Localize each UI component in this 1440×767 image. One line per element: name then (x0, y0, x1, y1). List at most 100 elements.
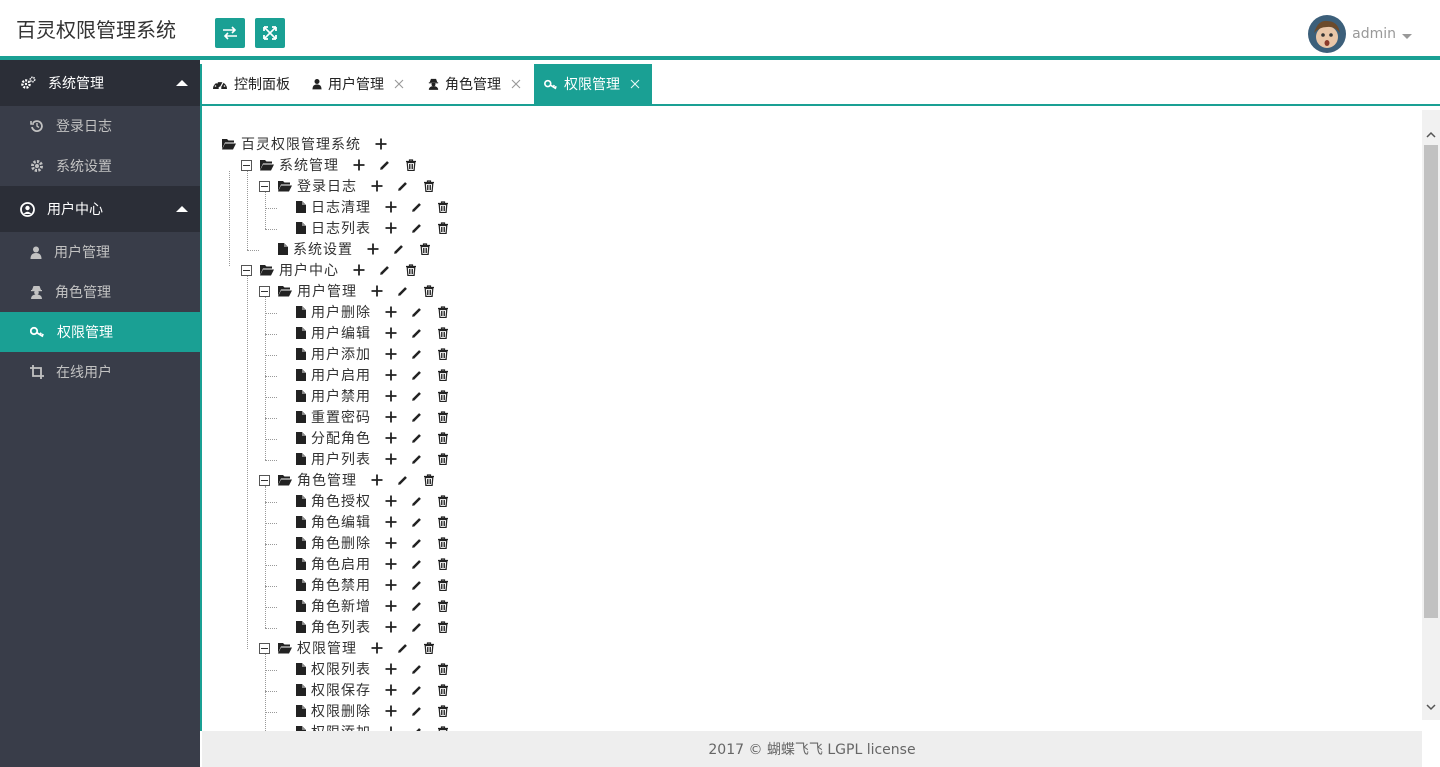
delete-icon[interactable] (437, 579, 449, 591)
collapse-toggle[interactable] (241, 160, 252, 171)
add-icon[interactable] (385, 327, 397, 339)
scroll-down-icon[interactable] (1426, 702, 1436, 712)
add-icon[interactable] (371, 474, 383, 486)
edit-icon[interactable] (393, 243, 405, 255)
edit-icon[interactable] (397, 474, 409, 486)
delete-icon[interactable] (405, 264, 417, 276)
tree-node-label[interactable]: 角色管理 (297, 470, 357, 490)
edit-icon[interactable] (411, 411, 423, 423)
tree-node-label[interactable]: 角色禁用 (311, 575, 371, 595)
add-icon[interactable] (353, 159, 365, 171)
sidebar-group-system[interactable]: 系统管理 (0, 60, 200, 106)
tree-node-leaf[interactable]: 日志列表 (296, 218, 463, 238)
tree-node-leaf[interactable]: 角色编辑 (296, 512, 463, 532)
edit-icon[interactable] (411, 348, 423, 360)
delete-icon[interactable] (423, 474, 435, 486)
sidebar-item-online-users[interactable]: 在线用户 (0, 352, 200, 392)
tree-node-leaf[interactable]: 用户列表 (296, 449, 463, 469)
edit-icon[interactable] (411, 579, 423, 591)
edit-icon[interactable] (411, 558, 423, 570)
delete-icon[interactable] (437, 621, 449, 633)
tree-node-label[interactable]: 角色新增 (311, 596, 371, 616)
collapse-toggle[interactable] (259, 643, 270, 654)
tree-node-label[interactable]: 角色列表 (311, 617, 371, 637)
tree-node-leaf[interactable]: 角色授权 (296, 491, 463, 511)
close-icon[interactable] (511, 79, 521, 89)
tree-node-label[interactable]: 权限添加 (311, 722, 371, 731)
tree-node-leaf[interactable]: 权限删除 (296, 701, 463, 721)
delete-icon[interactable] (423, 180, 435, 192)
tree-node-folder[interactable]: 登录日志 (278, 176, 449, 196)
add-icon[interactable] (385, 705, 397, 717)
add-icon[interactable] (371, 285, 383, 297)
add-icon[interactable] (367, 243, 379, 255)
tree-node-label[interactable]: 重置密码 (311, 407, 371, 427)
tree-node-label[interactable]: 用户管理 (297, 281, 357, 301)
tree-node-label[interactable]: 日志列表 (311, 218, 371, 238)
scroll-thumb[interactable] (1424, 145, 1438, 618)
tree-node-label[interactable]: 系统管理 (279, 155, 339, 175)
tree-node-folder[interactable]: 系统管理 (260, 155, 431, 175)
close-icon[interactable] (394, 79, 404, 89)
tree-node-label[interactable]: 用户中心 (279, 260, 339, 280)
add-icon[interactable] (375, 138, 387, 150)
delete-icon[interactable] (437, 222, 449, 234)
tree-node-folder[interactable]: 用户中心 (260, 260, 431, 280)
tree-node-leaf[interactable]: 角色删除 (296, 533, 463, 553)
edit-icon[interactable] (379, 159, 391, 171)
tree-node-leaf[interactable]: 角色禁用 (296, 575, 463, 595)
tree-node-label[interactable]: 角色删除 (311, 533, 371, 553)
delete-icon[interactable] (437, 390, 449, 402)
tree-node-leaf[interactable]: 权限添加 (296, 722, 463, 731)
add-icon[interactable] (385, 537, 397, 549)
delete-icon[interactable] (437, 348, 449, 360)
tree-node-folder[interactable]: 用户管理 (278, 281, 449, 301)
add-icon[interactable] (385, 306, 397, 318)
sidebar-item-user-management[interactable]: 用户管理 (0, 232, 200, 272)
edit-icon[interactable] (379, 264, 391, 276)
edit-icon[interactable] (411, 222, 423, 234)
add-icon[interactable] (385, 348, 397, 360)
edit-icon[interactable] (411, 306, 423, 318)
tree-node-leaf[interactable]: 用户删除 (296, 302, 463, 322)
close-icon[interactable] (630, 79, 640, 89)
add-icon[interactable] (371, 180, 383, 192)
delete-icon[interactable] (437, 432, 449, 444)
edit-icon[interactable] (411, 516, 423, 528)
tree-node-label[interactable]: 权限管理 (297, 638, 357, 658)
tree-node-label[interactable]: 用户列表 (311, 449, 371, 469)
tab-role-management[interactable]: 角色管理 (428, 64, 526, 104)
tree-node-label[interactable]: 角色授权 (311, 491, 371, 511)
edit-icon[interactable] (411, 705, 423, 717)
tree-node-label[interactable]: 角色编辑 (311, 512, 371, 532)
tree-node-leaf[interactable]: 用户添加 (296, 344, 463, 364)
delete-icon[interactable] (437, 663, 449, 675)
edit-icon[interactable] (411, 600, 423, 612)
fullscreen-button[interactable] (255, 18, 285, 48)
tree-node-folder[interactable]: 权限管理 (278, 638, 449, 658)
edit-icon[interactable] (411, 369, 423, 381)
delete-icon[interactable] (437, 558, 449, 570)
add-icon[interactable] (385, 453, 397, 465)
delete-icon[interactable] (405, 159, 417, 171)
add-icon[interactable] (353, 264, 365, 276)
tree-node-label[interactable]: 登录日志 (297, 176, 357, 196)
tree-node-leaf[interactable]: 重置密码 (296, 407, 463, 427)
tree-node-label[interactable]: 用户编辑 (311, 323, 371, 343)
add-icon[interactable] (385, 600, 397, 612)
delete-icon[interactable] (437, 369, 449, 381)
add-icon[interactable] (385, 495, 397, 507)
delete-icon[interactable] (437, 495, 449, 507)
edit-icon[interactable] (397, 180, 409, 192)
edit-icon[interactable] (397, 642, 409, 654)
edit-icon[interactable] (411, 432, 423, 444)
collapse-toggle[interactable] (259, 181, 270, 192)
tree-node-folder[interactable]: 百灵权限管理系统 (222, 134, 401, 154)
add-icon[interactable] (385, 621, 397, 633)
edit-icon[interactable] (411, 684, 423, 696)
edit-icon[interactable] (411, 663, 423, 675)
add-icon[interactable] (371, 642, 383, 654)
toggle-sidebar-button[interactable] (215, 18, 245, 48)
edit-icon[interactable] (411, 327, 423, 339)
edit-icon[interactable] (397, 285, 409, 297)
